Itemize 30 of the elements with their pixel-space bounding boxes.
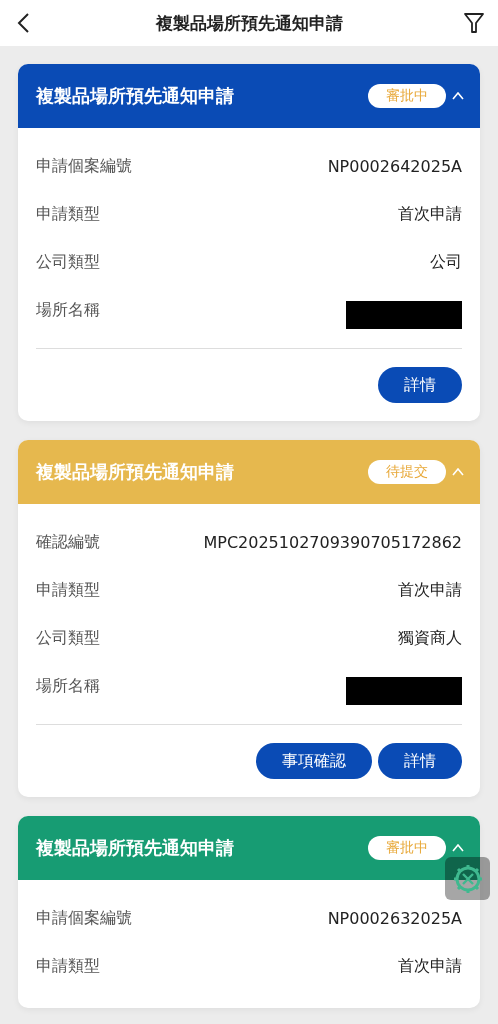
field-label: 申請類型 xyxy=(36,955,100,977)
field-label: 公司類型 xyxy=(36,251,100,273)
field-value: NP0002632025A xyxy=(327,908,462,928)
page-title: 複製品場所預先通知申請 xyxy=(155,11,343,35)
filter-icon[interactable] xyxy=(462,11,486,35)
field-label: 申請個案編號 xyxy=(36,155,132,177)
status-badge: 待提交 xyxy=(368,460,446,484)
card-title: 複製品場所預先通知申請 xyxy=(36,460,235,484)
field-label: 確認編號 xyxy=(36,531,100,553)
field-label: 申請類型 xyxy=(36,203,100,225)
action-button[interactable]: 詳情 xyxy=(378,743,462,779)
field-label: 場所名稱 xyxy=(36,675,100,697)
action-button[interactable]: 事項確認 xyxy=(256,743,372,779)
field-label: 公司類型 xyxy=(36,627,100,649)
field-value: 首次申請 xyxy=(398,579,462,601)
field-label: 申請類型 xyxy=(36,579,100,601)
card-title: 複製品場所預先通知申請 xyxy=(36,84,235,108)
field-value: 首次申請 xyxy=(398,955,462,977)
field-value: MPC2025102709390705172862 xyxy=(203,532,462,552)
field-value: 公司 xyxy=(430,251,462,273)
field-label: 場所名稱 xyxy=(36,299,100,321)
action-button[interactable]: 詳情 xyxy=(378,367,462,403)
field-value: 首次申請 xyxy=(398,203,462,225)
card-title: 複製品場所預先通知申請 xyxy=(36,836,235,860)
field-value: NP0002642025A xyxy=(327,156,462,176)
status-badge: 審批中 xyxy=(368,836,446,860)
tools-button[interactable] xyxy=(445,857,490,900)
field-label: 申請個案編號 xyxy=(36,907,132,929)
field-value: 獨資商人 xyxy=(398,627,462,649)
status-badge: 審批中 xyxy=(368,84,446,108)
